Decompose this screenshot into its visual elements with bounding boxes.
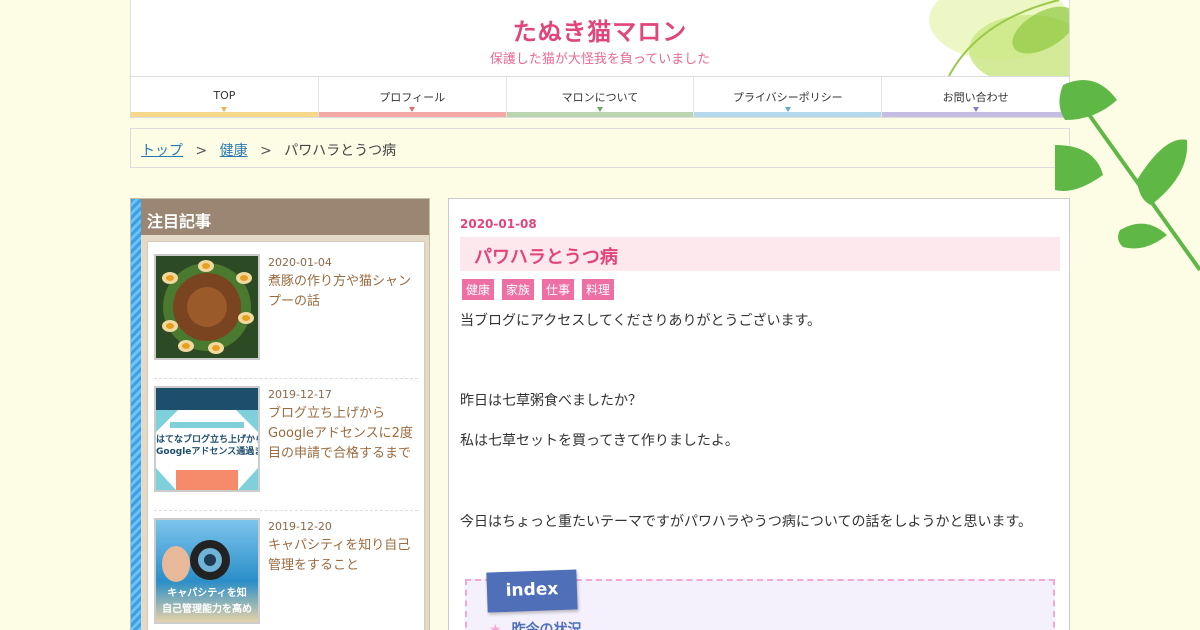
article-title: パワハラとうつ病 — [460, 237, 1060, 271]
post-thumbnail[interactable]: はてなブログ立ち上げから Googleアドセンス通過まで — [154, 386, 260, 492]
nav-color-bar — [131, 112, 318, 117]
toc-label: index — [486, 569, 578, 613]
nav-color-bar — [882, 112, 1069, 117]
post-title[interactable]: キャパシティを知り自己管理をすること — [268, 536, 418, 576]
nav-label: お問い合わせ — [942, 91, 1009, 104]
breadcrumb-separator: > — [260, 143, 272, 159]
sidebar-stripe — [131, 199, 141, 630]
sidebar-featured: 注目記事 2020-01-04 煮豚の作り方や猫シャンプーの話 はてなブログ立ち… — [130, 198, 430, 630]
thumb-text-2: Googleアドセンス通過まで — [156, 447, 258, 457]
post-thumbnail[interactable] — [154, 254, 260, 360]
article-date: 2020-01-08 — [460, 217, 537, 231]
featured-post[interactable]: キャパシティを知 自己管理能力を高め 2019-12-20 キャパシティを知り自… — [154, 518, 418, 630]
sidebar-heading: 注目記事 — [141, 199, 429, 235]
post-title[interactable]: ブログ立ち上げからGoogleアドセンスに2度目の申請で合格するまで — [268, 404, 418, 464]
nav-item-about-maron[interactable]: マロンについて — [506, 77, 695, 117]
toc-item[interactable]: ★ 昨今の状況 — [489, 619, 582, 630]
global-nav: TOP プロフィール マロンについて プライバシーポリシー お問い合わせ — [130, 76, 1070, 118]
breadcrumb: トップ > 健康 > パワハラとうつ病 — [130, 128, 1070, 168]
nav-label: プライバシーポリシー — [732, 91, 843, 104]
tag-cooking[interactable]: 料理 — [582, 279, 615, 300]
breadcrumb-home-link[interactable]: トップ — [141, 143, 183, 159]
divider — [154, 510, 418, 511]
breadcrumb-separator: > — [195, 143, 208, 159]
featured-post[interactable]: はてなブログ立ち上げから Googleアドセンス通過まで 2019-12-17 … — [154, 386, 418, 506]
breadcrumb-category-link[interactable]: 健康 — [220, 143, 248, 159]
nav-item-top[interactable]: TOP — [131, 77, 319, 117]
site-subtitle: 保護した猫が大怪我を負っていました — [489, 52, 711, 67]
nav-label: マロンについて — [561, 91, 639, 104]
caret-down-icon — [221, 107, 228, 112]
toc-item-label: 昨今の状況 — [511, 622, 582, 630]
featured-post[interactable]: 2020-01-04 煮豚の作り方や猫シャンプーの話 — [154, 254, 418, 374]
paragraph: 私は七草セットを買ってきて作りましたよ。 — [460, 433, 739, 449]
post-date: 2019-12-20 — [268, 520, 332, 533]
site-header: たぬき猫マロン 保護した猫が大怪我を負っていました — [130, 0, 1070, 76]
caret-down-icon — [972, 107, 979, 112]
tag-work[interactable]: 仕事 — [542, 279, 575, 300]
nav-label: TOP — [213, 89, 236, 102]
caret-down-icon — [596, 107, 603, 112]
tag-list: 健康 家族 仕事 料理 — [462, 279, 615, 300]
thumb-text-1: キャパシティを知 — [167, 588, 247, 599]
breadcrumb-current: パワハラとうつ病 — [284, 143, 397, 159]
nav-item-privacy[interactable]: プライバシーポリシー — [694, 77, 883, 117]
post-title[interactable]: 煮豚の作り方や猫シャンプーの話 — [268, 272, 418, 312]
thumb-text-2: 自己管理能力を高め — [162, 604, 252, 615]
nav-item-profile[interactable]: プロフィール — [318, 77, 507, 117]
nav-item-contact[interactable]: お問い合わせ — [882, 77, 1069, 117]
nav-color-bar — [318, 112, 506, 117]
nav-color-bar — [506, 112, 694, 117]
paragraph: 今日はちょっと重たいテーマですがパワハラやうつ病についての話をしようかと思います… — [460, 514, 1033, 530]
paragraph: 昨日は七草粥食べましたか？ — [460, 393, 642, 409]
braised-pork-image — [156, 256, 258, 358]
nav-color-bar — [694, 112, 882, 117]
post-date: 2020-01-04 — [268, 256, 332, 269]
divider — [154, 378, 418, 379]
caret-down-icon — [784, 107, 791, 112]
caret-down-icon — [409, 107, 416, 112]
sidebar-post-list: 2020-01-04 煮豚の作り方や猫シャンプーの話 はてなブログ立ち上げから … — [147, 241, 425, 630]
tag-health[interactable]: 健康 — [462, 279, 495, 300]
nav-label: プロフィール — [379, 91, 446, 104]
star-icon: ★ — [489, 622, 502, 630]
post-date: 2019-12-17 — [268, 388, 332, 401]
leaf-vine-decoration — [1055, 80, 1200, 272]
article: 2020-01-08 パワハラとうつ病 健康 家族 仕事 料理 当ブログにアクセ… — [448, 198, 1070, 630]
site-title[interactable]: たぬき猫マロン — [131, 12, 1069, 47]
paragraph: 当ブログにアクセスしてくださりありがとうございます。 — [460, 313, 822, 329]
tag-family[interactable]: 家族 — [502, 279, 535, 300]
post-thumbnail[interactable]: キャパシティを知 自己管理能力を高め — [154, 518, 260, 624]
